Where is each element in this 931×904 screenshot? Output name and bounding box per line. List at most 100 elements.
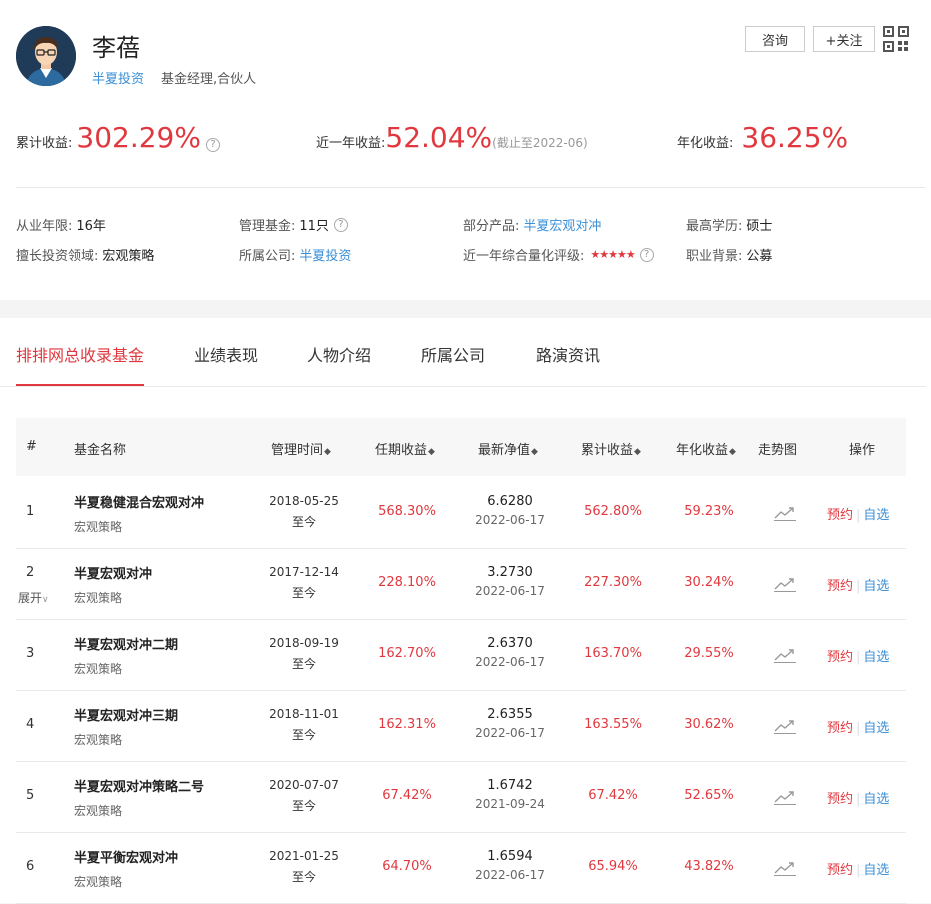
latest-nav: 1.6594 2022-06-17	[460, 849, 560, 882]
fund-name-link[interactable]: 半夏平衡宏观对冲	[74, 847, 178, 866]
th-ops: 操作	[849, 443, 876, 458]
tab-performance[interactable]: 业绩表现	[194, 342, 258, 366]
qr-code-icon[interactable]	[883, 26, 909, 52]
nav-value: 3.2730	[487, 565, 533, 580]
row-index: 4	[26, 717, 35, 732]
th-trend: 走势图	[758, 443, 798, 458]
company-link[interactable]: 半夏投资	[92, 68, 144, 87]
sort-icon: ◆	[324, 447, 331, 457]
trend-chart-icon[interactable]	[774, 576, 796, 592]
tenure-return: 162.70%	[378, 646, 436, 661]
watchlist-button[interactable]: 自选	[863, 579, 889, 594]
trend-chart-icon[interactable]	[774, 718, 796, 734]
book-button[interactable]: 预约	[827, 508, 853, 523]
fund-name-link[interactable]: 半夏宏观对冲二期	[74, 634, 178, 653]
info-years: 从业年限: 16年	[16, 215, 106, 234]
manage-period: 2021-01-25 至今	[259, 849, 349, 885]
period-start: 2018-11-01	[269, 707, 339, 721]
fund-name-link[interactable]: 半夏宏观对冲三期	[74, 705, 178, 724]
period-end: 至今	[291, 657, 316, 671]
info-education-value: 硕士	[746, 219, 773, 234]
expand-toggle[interactable]: 展开∨	[18, 589, 49, 606]
info-products-link[interactable]: 半夏宏观对冲	[523, 215, 601, 234]
help-icon[interactable]: ?	[639, 247, 654, 262]
sort-icon: ◆	[428, 447, 435, 457]
watchlist-button[interactable]: 自选	[863, 508, 889, 523]
info-field: 擅长投资领域: 宏观策略	[16, 245, 154, 264]
info-company-label: 所属公司:	[239, 249, 296, 264]
sort-icon: ◆	[634, 447, 641, 457]
trend-chart-icon[interactable]	[774, 505, 796, 521]
nav-value: 2.6370	[487, 636, 533, 651]
consult-button[interactable]: 咨询	[745, 26, 805, 52]
th-annual[interactable]: 年化收益◆	[676, 439, 736, 458]
annual-return: 29.55%	[684, 646, 734, 661]
book-button[interactable]: 预约	[827, 792, 853, 807]
row-actions: 预约 | 自选	[827, 646, 889, 665]
nav-date: 2022-06-17	[475, 726, 545, 740]
year-return: 近一年收益: 52.04% (截止至2022-06)	[316, 121, 588, 154]
table-row: 6 半夏平衡宏观对冲 宏观策略 2021-01-25 至今 64.70% 1.6594 202…	[16, 833, 906, 904]
action-separator: |	[856, 508, 861, 523]
info-funds-label: 管理基金:	[239, 219, 296, 234]
th-cum-return[interactable]: 累计收益◆	[581, 439, 641, 458]
trend-chart-icon[interactable]	[774, 860, 796, 876]
period-start: 2018-05-25	[269, 494, 339, 508]
info-field-label: 擅长投资领域:	[16, 249, 99, 264]
book-button[interactable]: 预约	[827, 863, 853, 878]
th-tenure-return-label: 任期收益	[375, 443, 428, 458]
fund-name-link[interactable]: 半夏宏观对冲策略二号	[74, 776, 204, 795]
watchlist-button[interactable]: 自选	[863, 792, 889, 807]
period-end: 至今	[291, 515, 316, 529]
watchlist-button[interactable]: 自选	[863, 721, 889, 736]
book-button[interactable]: 预约	[827, 579, 853, 594]
watchlist-button[interactable]: 自选	[863, 650, 889, 665]
trend-chart-icon[interactable]	[774, 647, 796, 663]
info-funds-value: 11只	[299, 219, 329, 234]
manage-period: 2018-09-19 至今	[259, 636, 349, 672]
nav-date: 2022-06-17	[475, 584, 545, 598]
annual-return: 30.62%	[684, 717, 734, 732]
sort-icon: ◆	[531, 447, 538, 457]
th-index: #	[26, 439, 37, 454]
tenure-return: 568.30%	[378, 504, 436, 519]
th-period-label: 管理时间	[271, 443, 324, 458]
tab-roadshow[interactable]: 路演资讯	[536, 342, 600, 366]
tenure-return: 162.31%	[378, 717, 436, 732]
fund-name-link[interactable]: 半夏稳健混合宏观对冲	[74, 492, 204, 511]
period-end: 至今	[291, 728, 316, 742]
info-company-link[interactable]: 半夏投资	[299, 245, 351, 264]
th-tenure-return[interactable]: 任期收益◆	[375, 439, 435, 458]
help-icon[interactable]: ?	[205, 137, 220, 152]
period-start: 2020-07-07	[269, 778, 339, 792]
divider	[16, 187, 925, 188]
watchlist-button[interactable]: 自选	[863, 863, 889, 878]
period-end: 至今	[291, 799, 316, 813]
table-row: 4 半夏宏观对冲三期 宏观策略 2018-11-01 至今 162.31% 2.6355 20…	[16, 691, 906, 762]
info-education: 最高学历: 硕士	[686, 215, 772, 234]
table-header: # 基金名称 管理时间◆ 任期收益◆ 最新净值◆ 累计收益◆ 年化收益◆ 走势图…	[16, 418, 906, 476]
latest-nav: 3.2730 2022-06-17	[460, 565, 560, 598]
trend-chart-icon[interactable]	[774, 789, 796, 805]
tab-company[interactable]: 所属公司	[421, 342, 485, 366]
book-button[interactable]: 预约	[827, 721, 853, 736]
fund-strategy: 宏观策略	[74, 804, 123, 818]
th-nav[interactable]: 最新净值◆	[478, 439, 538, 458]
manage-period: 2017-12-14 至今	[259, 565, 349, 601]
info-education-label: 最高学历:	[686, 219, 743, 234]
follow-button[interactable]: +关注	[813, 26, 875, 52]
period-start: 2018-09-19	[269, 636, 339, 650]
annual-return: 59.23%	[684, 504, 734, 519]
period-start: 2021-01-25	[269, 849, 339, 863]
info-field-value: 宏观策略	[102, 249, 155, 264]
tab-all-funds[interactable]: 排排网总收录基金	[16, 342, 144, 366]
fund-name-link[interactable]: 半夏宏观对冲	[74, 563, 152, 582]
th-period[interactable]: 管理时间◆	[271, 439, 331, 458]
nav-value: 2.6355	[487, 707, 533, 722]
tab-profile[interactable]: 人物介绍	[307, 342, 371, 366]
cum-return: 67.42%	[588, 788, 638, 803]
book-button[interactable]: 预约	[827, 650, 853, 665]
annual-return: 43.82%	[684, 859, 734, 874]
help-icon[interactable]: ?	[333, 217, 348, 232]
tenure-return: 228.10%	[378, 575, 436, 590]
